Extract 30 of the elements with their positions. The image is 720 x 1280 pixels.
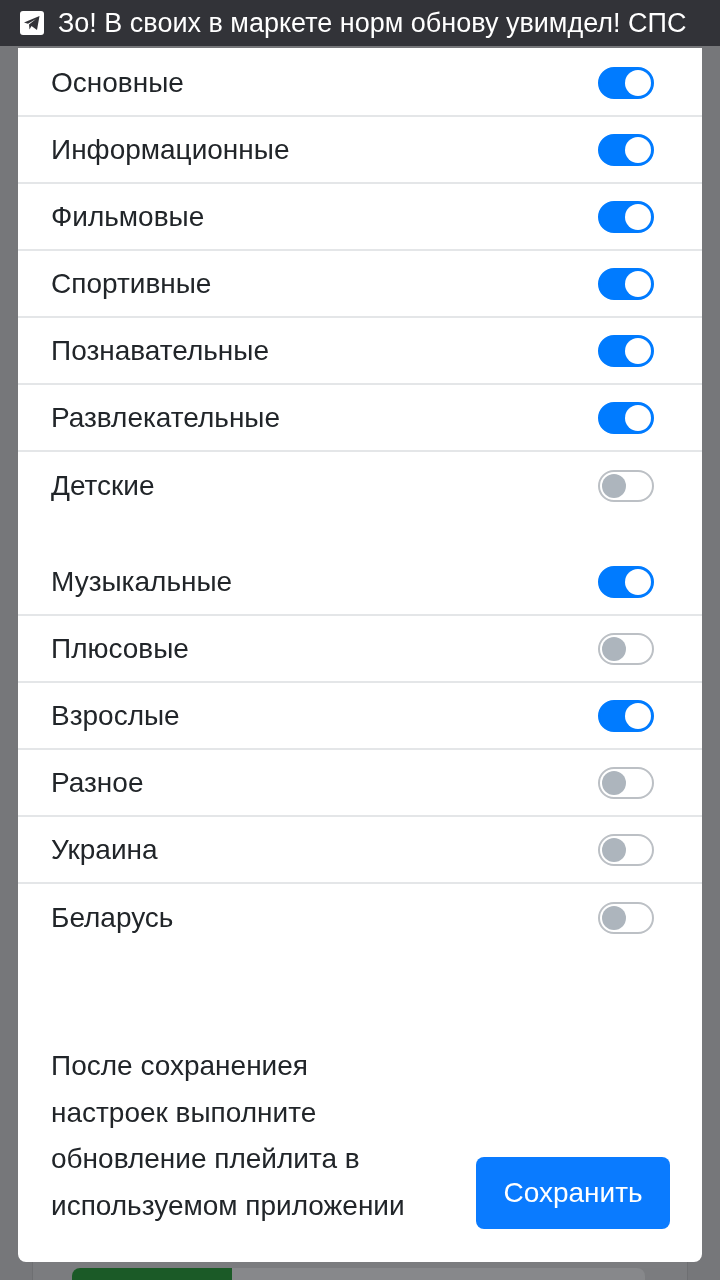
toggle-switch[interactable] [598,66,654,99]
toggle-switch[interactable] [598,267,654,300]
category-label: Информационные [51,132,290,167]
category-label: Беларусь [51,900,174,935]
toggle-switch[interactable] [598,133,654,166]
toggle-switch[interactable] [598,200,654,233]
category-label: Фильмовые [51,199,205,234]
update-note: После сохранениея настроек выполните обновление плейлита в используемом приложении [51,1049,405,1223]
category-label: Основные [51,65,184,100]
category-label: Плюсовые [51,631,189,666]
toggle-switch[interactable] [598,766,654,799]
category-label: Музыкальные [51,564,233,599]
save-button[interactable]: Сохранить [476,1157,670,1229]
category-label: Разное [51,765,144,800]
category-label: Украина [51,832,158,867]
toggle-switch[interactable] [598,565,654,598]
category-label: Развлекательные [51,400,281,435]
toggle-switch[interactable] [598,401,654,434]
category-label: Познавательные [51,333,269,368]
toggle-switch[interactable] [598,699,654,732]
toggle-switch[interactable] [598,469,654,502]
category-label: Детские [51,468,155,503]
toggle-switch[interactable] [598,632,654,665]
category-label: Взрослые [51,698,180,733]
paper-plane-icon [20,11,44,35]
category-label: Спортивные [51,266,212,301]
notification-text: Зо! В своих в маркете норм обнову увимдел! СПС [58,9,687,37]
toggle-switch[interactable] [598,901,654,934]
toggle-switch[interactable] [598,833,654,866]
toggle-switch[interactable] [598,334,654,367]
